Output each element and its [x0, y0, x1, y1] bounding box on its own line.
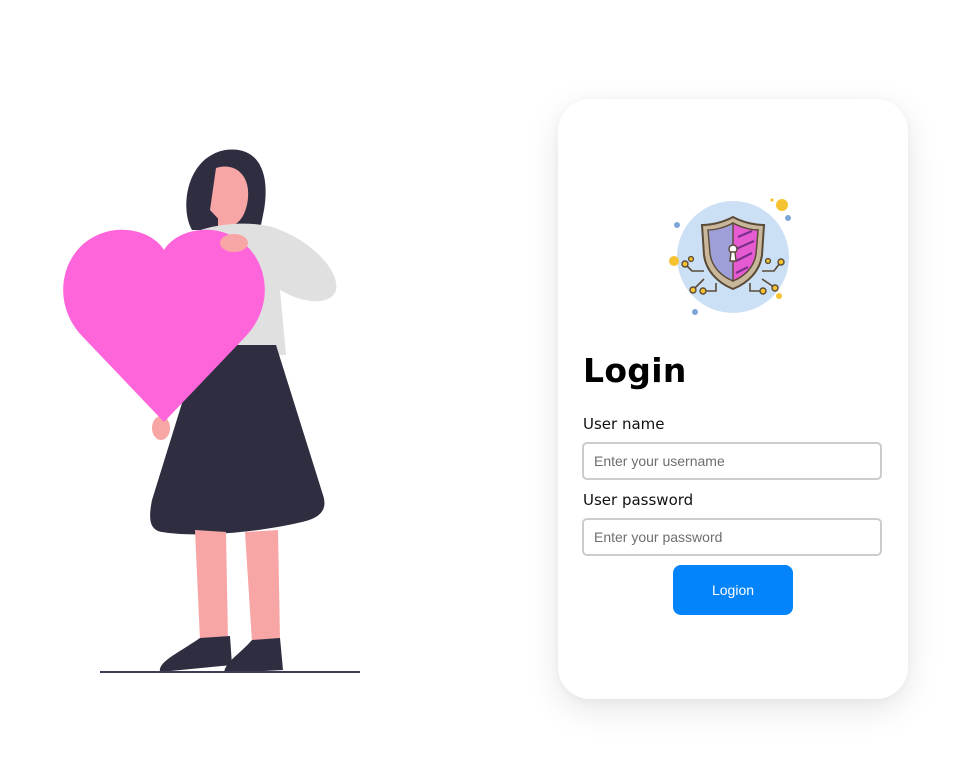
left-hand	[152, 416, 170, 440]
login-button[interactable]: Logion	[673, 565, 793, 615]
right-hand	[220, 234, 248, 252]
username-input[interactable]	[582, 442, 882, 480]
page-title: Login	[583, 351, 687, 390]
right-leg	[245, 530, 280, 642]
username-label: User name	[583, 415, 665, 433]
login-page: Login User name User password Logion	[0, 0, 956, 763]
dot	[770, 198, 774, 202]
password-label: User password	[583, 491, 694, 509]
dot	[785, 215, 791, 221]
woman-holding-heart-illustration	[63, 149, 360, 673]
ground-line	[100, 671, 360, 673]
dot	[776, 293, 782, 299]
login-card: Login User name User password Logion	[558, 99, 908, 699]
dot	[692, 309, 698, 315]
dot	[776, 199, 788, 211]
left-leg	[195, 530, 228, 640]
security-shield-icon	[669, 198, 791, 315]
right-shoe	[224, 638, 283, 673]
dot	[674, 222, 680, 228]
left-shoe	[159, 636, 232, 672]
password-input[interactable]	[582, 518, 882, 556]
dot	[669, 256, 679, 266]
